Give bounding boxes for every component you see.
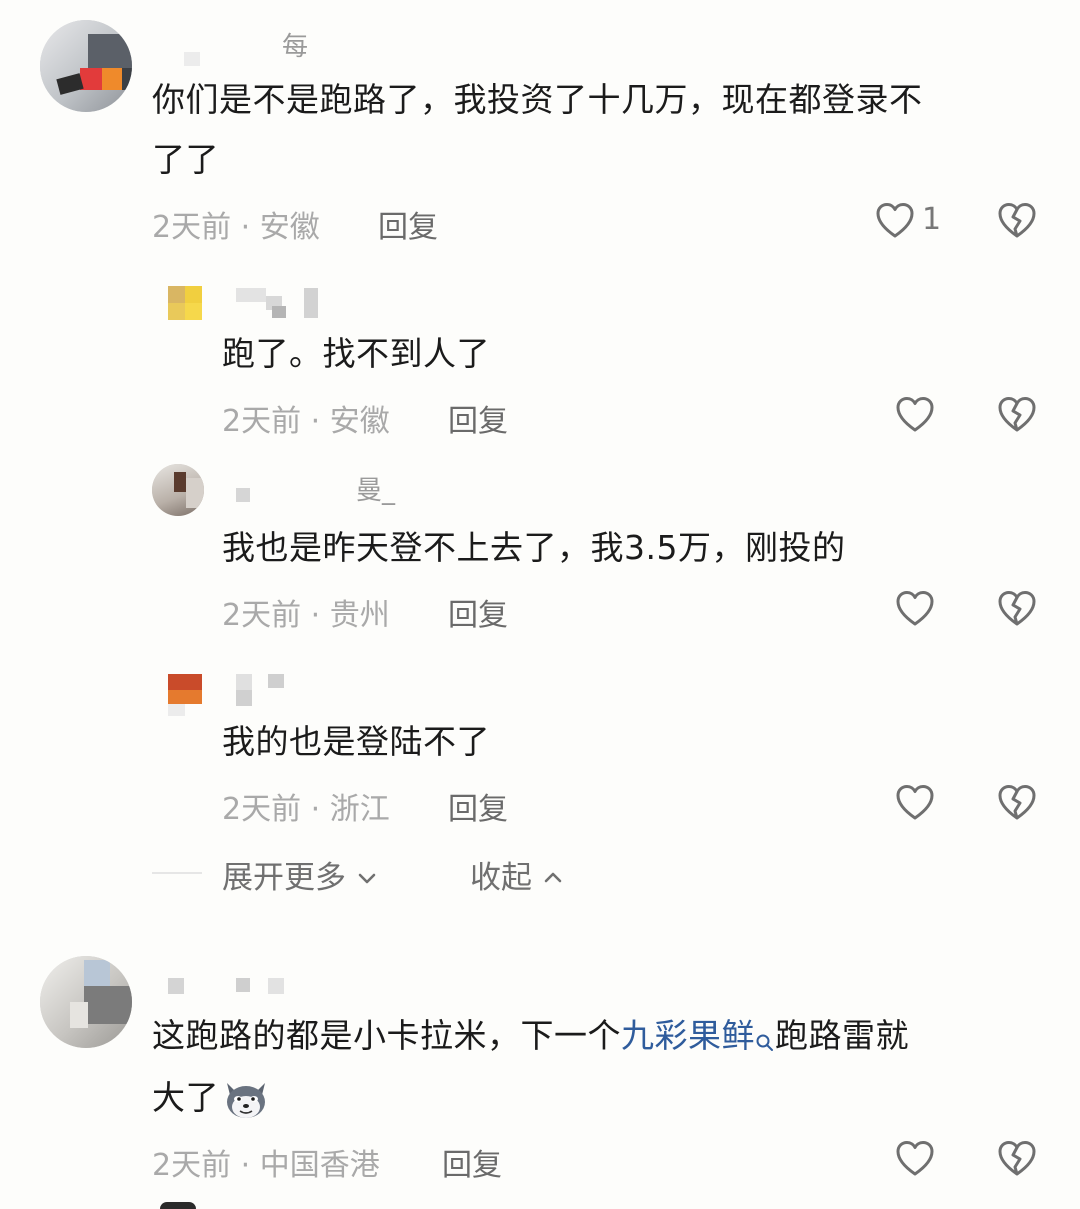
comment-meta: 2天前 · 安徽 <box>152 202 320 246</box>
avatar[interactable] <box>152 464 204 516</box>
reply-text: 我也是昨天登不上去了，我3.5万，刚投的 <box>222 528 846 567</box>
reply-location: 安徽 <box>329 404 390 439</box>
chevron-up-icon <box>542 860 564 883</box>
comment-text-after-link: 跑路雷就 <box>775 1016 909 1055</box>
reply-time: 2天前 <box>222 792 302 827</box>
reply-meta: 2天前 · 贵州 <box>222 590 390 634</box>
heart-outline-icon[interactable] <box>894 394 936 436</box>
broken-heart-icon[interactable] <box>996 782 1038 824</box>
meta-separator: · <box>240 210 251 245</box>
comment-text-line1: 你们是不是跑路了，我投资了十几万，现在都登录不 <box>152 80 923 119</box>
comment-text-line2: 大了 <box>152 1068 271 1128</box>
thread-divider <box>152 872 202 874</box>
heart-outline-icon[interactable] <box>894 588 936 630</box>
username[interactable]: 曼_ <box>356 470 395 507</box>
username-mosaic <box>236 288 320 318</box>
username[interactable]: 每 <box>282 26 308 63</box>
meta-separator: · <box>240 1148 251 1183</box>
heart-outline-icon[interactable] <box>874 200 916 242</box>
comment-text-line1: 这跑路的都是小卡拉米，下一个九彩果鲜 跑路雷就 <box>152 1006 909 1066</box>
reply-button[interactable]: 回复 <box>442 1140 502 1184</box>
reply-meta: 2天前 · 浙江 <box>222 784 390 828</box>
reply-button[interactable]: 回复 <box>448 396 508 440</box>
comment-time: 2天前 <box>152 1148 232 1183</box>
keyword-link[interactable]: 九彩果鲜 <box>621 1016 755 1055</box>
username-mosaic <box>184 52 200 66</box>
comment-location: 中国香港 <box>259 1148 380 1183</box>
reply-time: 2天前 <box>222 404 302 439</box>
search-icon[interactable] <box>755 1012 775 1051</box>
meta-separator: · <box>310 404 321 439</box>
username-mosaic <box>236 488 250 502</box>
collapse-button[interactable]: 收起 <box>470 852 564 897</box>
avatar[interactable] <box>40 956 132 1048</box>
comment-time: 2天前 <box>152 210 232 245</box>
username-mosaic <box>236 674 288 706</box>
reply-text: 跑了。找不到人了 <box>222 334 490 373</box>
avatar[interactable] <box>168 286 202 320</box>
like-count: 1 <box>922 202 942 237</box>
comment-meta: 2天前 · 中国香港 <box>152 1140 380 1184</box>
reply-button[interactable]: 回复 <box>448 784 508 828</box>
avatar[interactable] <box>40 20 132 112</box>
reply-location: 浙江 <box>329 792 390 827</box>
broken-heart-icon[interactable] <box>996 588 1038 630</box>
husky-emoji-icon <box>221 1075 271 1125</box>
reply-button[interactable]: 回复 <box>378 202 438 246</box>
meta-separator: · <box>310 792 321 827</box>
broken-heart-icon[interactable] <box>996 1138 1038 1180</box>
comment-text-line2: 了了 <box>152 140 219 179</box>
heart-outline-icon[interactable] <box>894 1138 936 1180</box>
reply-meta: 2天前 · 安徽 <box>222 396 390 440</box>
avatar[interactable] <box>168 674 202 716</box>
chevron-down-icon <box>356 862 378 884</box>
reply-time: 2天前 <box>222 598 302 633</box>
reply-button[interactable]: 回复 <box>448 590 508 634</box>
broken-heart-icon[interactable] <box>996 394 1038 436</box>
next-avatar-partial <box>160 1202 196 1209</box>
username-mosaic <box>168 978 318 994</box>
comment-location: 安徽 <box>259 210 320 245</box>
expand-more-button[interactable]: 展开更多 <box>222 852 378 897</box>
broken-heart-icon[interactable] <box>996 200 1038 242</box>
collapse-label: 收起 <box>470 860 532 896</box>
heart-outline-icon[interactable] <box>894 782 936 824</box>
comment-text-end: 大了 <box>152 1078 219 1117</box>
meta-separator: · <box>310 598 321 633</box>
reply-location: 贵州 <box>329 598 390 633</box>
comment-text-before-link: 这跑路的都是小卡拉米，下一个 <box>152 1016 621 1055</box>
reply-text: 我的也是登陆不了 <box>222 722 490 761</box>
expand-more-label: 展开更多 <box>222 860 346 896</box>
